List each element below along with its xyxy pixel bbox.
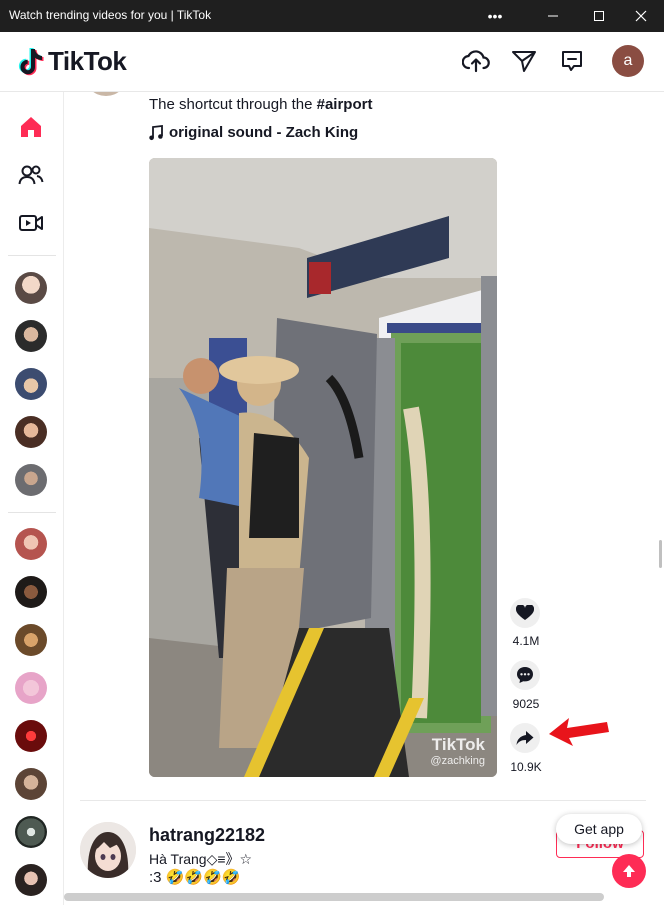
close-icon <box>635 10 647 22</box>
minimize-icon <box>548 15 558 17</box>
following-account-avatar[interactable] <box>15 816 47 848</box>
like-button[interactable] <box>510 598 540 628</box>
video-caption: The shortcut through the #airport <box>149 96 372 113</box>
following-account-avatar[interactable] <box>15 672 47 704</box>
following-account-avatar[interactable] <box>15 528 47 560</box>
close-button[interactable] <box>618 0 664 32</box>
caption-hashtag[interactable]: #airport <box>317 96 373 113</box>
home-icon[interactable] <box>16 112 46 142</box>
creator-avatar[interactable] <box>84 92 128 96</box>
video-feed: The shortcut through the #airport origin… <box>64 92 664 905</box>
upload-icon[interactable] <box>461 46 491 76</box>
share-button[interactable] <box>510 723 540 753</box>
app-header: TikTok <box>0 32 664 92</box>
sidebar <box>0 92 64 905</box>
tiktok-note-icon <box>18 47 44 75</box>
live-icon[interactable] <box>16 208 46 238</box>
like-count: 4.1M <box>512 634 540 648</box>
comment-count: 9025 <box>512 697 540 711</box>
window-title: Watch trending videos for you | TikTok <box>9 8 212 22</box>
following-account-avatar[interactable] <box>15 576 47 608</box>
sound-link[interactable]: original sound - Zach King <box>149 124 358 141</box>
maximize-icon <box>594 11 604 21</box>
share-icon <box>516 731 534 745</box>
music-note-icon <box>149 124 163 140</box>
suggested-account-avatar[interactable] <box>15 416 47 448</box>
next-post-caption: :3 🤣🤣🤣🤣 <box>149 869 241 886</box>
messages-icon[interactable] <box>509 46 539 76</box>
following-icon[interactable] <box>16 160 46 190</box>
profile-avatar-letter: a <box>623 52 633 69</box>
inbox-icon[interactable] <box>557 46 587 76</box>
tiktok-logo[interactable]: TikTok <box>16 46 127 77</box>
heart-icon <box>516 605 534 620</box>
share-count: 10.9K <box>510 760 542 774</box>
watermark-username: @zachking <box>430 755 485 767</box>
following-account-avatar[interactable] <box>15 768 47 800</box>
anime-avatar-image <box>80 822 136 878</box>
sound-name: original sound - Zach King <box>169 124 359 141</box>
next-post-username[interactable]: hatrang22182 <box>149 825 265 846</box>
scroll-to-top-button[interactable] <box>612 854 646 888</box>
video-frame <box>149 158 497 777</box>
horizontal-scrollbar[interactable] <box>64 893 604 901</box>
get-app-button[interactable]: Get app <box>556 814 642 844</box>
arrow-up-icon <box>623 865 635 877</box>
suggested-account-avatar[interactable] <box>15 368 47 400</box>
following-account-avatar[interactable] <box>15 720 47 752</box>
tiktok-watermark: TikTok @zachking <box>430 735 485 767</box>
profile-avatar[interactable]: a <box>612 45 644 77</box>
following-account-avatar[interactable] <box>15 624 47 656</box>
annotation-arrow <box>549 718 609 746</box>
suggested-account-avatar[interactable] <box>15 272 47 304</box>
following-account-avatar[interactable] <box>15 864 47 896</box>
window-titlebar: Watch trending videos for you | TikTok •… <box>0 0 664 32</box>
next-post-nickname: Hà Trang◇≡》☆ <box>149 851 253 867</box>
post-divider <box>80 800 646 801</box>
sidebar-divider <box>8 512 56 513</box>
video-player[interactable]: TikTok @zachking <box>149 158 497 777</box>
comment-button[interactable] <box>510 660 540 690</box>
logo-text: TikTok <box>48 46 127 76</box>
caption-text: The shortcut through the <box>149 96 317 113</box>
more-options-icon[interactable]: ••• <box>472 0 518 32</box>
maximize-button[interactable] <box>576 0 622 32</box>
sidebar-divider <box>8 255 56 256</box>
minimize-button[interactable] <box>530 0 576 32</box>
suggested-account-avatar[interactable] <box>15 320 47 352</box>
comment-icon <box>517 667 533 683</box>
next-post-avatar[interactable] <box>80 822 136 878</box>
vertical-scrollbar[interactable] <box>659 540 662 568</box>
watermark-brand: TikTok <box>431 735 485 754</box>
suggested-account-avatar[interactable] <box>15 464 47 496</box>
